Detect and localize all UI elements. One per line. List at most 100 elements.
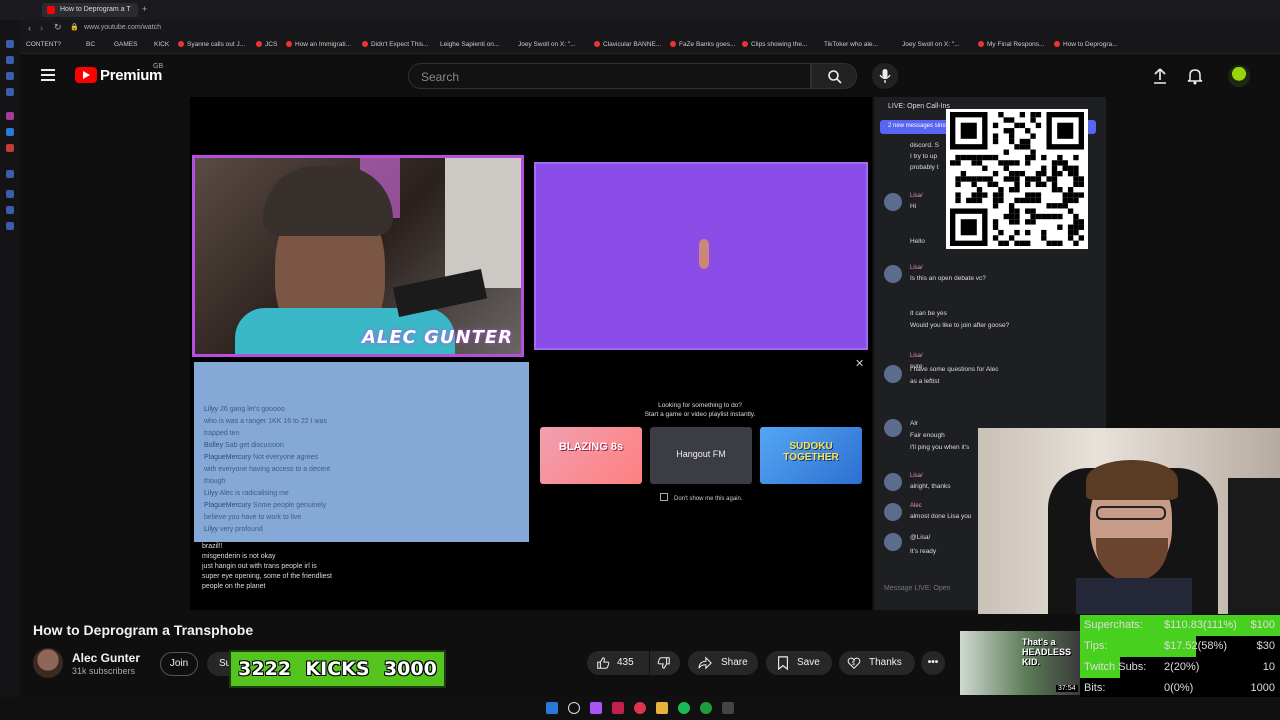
message-author[interactable]: Lisa/ (910, 265, 923, 271)
goal-row: Bits: 0(0%) 1000 (1080, 678, 1280, 699)
save-label: Save (797, 657, 820, 668)
search-button[interactable] (811, 63, 857, 89)
stream-chat-overlay: Lilyy 26 gang let's gooooo who is was a r… (194, 362, 529, 542)
user-avatar[interactable] (884, 265, 902, 283)
youtube-logo-icon[interactable] (75, 67, 97, 83)
bookmark-item[interactable]: My Final Respons... (978, 41, 1044, 48)
user-avatar[interactable] (884, 365, 902, 383)
bookmark-item[interactable]: Leighe Sapienti on... (440, 41, 499, 48)
bookmark-item[interactable]: TikToker who ale... (824, 41, 878, 48)
close-icon[interactable]: ✕ (855, 357, 864, 370)
channel-avatar[interactable] (33, 648, 63, 678)
menu-icon[interactable] (41, 69, 55, 81)
message-text: @Lisa/ (910, 534, 931, 541)
channel-name[interactable]: Alec Gunter (72, 651, 140, 665)
notifications-bell-icon[interactable] (1185, 66, 1205, 86)
like-button[interactable]: 435 (587, 651, 649, 675)
save-button[interactable]: Save (766, 651, 832, 675)
kicks-current: 3222 (238, 658, 292, 680)
bookmark-item[interactable]: Syanne calls out J... (178, 41, 245, 48)
bookmark-item[interactable]: JCS (256, 41, 277, 48)
user-avatar[interactable] (884, 503, 902, 521)
app-icon[interactable] (590, 702, 602, 714)
video-player[interactable]: ALEC GUNTER Lilyy 26 gang let's gooooo wh… (190, 97, 872, 610)
message-author[interactable]: Alec (910, 503, 922, 509)
chat-line: people on the planet (202, 583, 266, 590)
voice-search-button[interactable] (872, 63, 898, 89)
activity-card-hangout-fm[interactable]: Hangout FM (650, 427, 752, 484)
url-text[interactable]: www.youtube.com/watch (84, 24, 161, 31)
chat-overlay-line: trapped ten (204, 430, 240, 437)
address-bar[interactable]: ‹ › ↻ 🔒 www.youtube.com/watch (20, 20, 1280, 38)
sidebar-app-icon[interactable] (6, 190, 14, 198)
sidebar-app-icon[interactable] (6, 40, 14, 48)
bookmark-item[interactable]: Joey Swoll on X: "... (902, 41, 960, 48)
sidebar-app-icon[interactable] (6, 56, 14, 64)
message-text: probably t (910, 164, 939, 171)
sidebar-app-icon[interactable] (6, 88, 14, 96)
bookmark-item[interactable]: Clavicular BANNE... (594, 41, 661, 48)
upload-icon[interactable] (1150, 66, 1170, 86)
browser-tab-active[interactable]: How to Deprogram a T (42, 3, 138, 17)
bookmark-item[interactable]: KICK (154, 41, 169, 48)
lock-icon: 🔒 (70, 24, 79, 31)
activity-card-sudoku[interactable]: SUDOKU TOGETHER (760, 427, 862, 484)
activity-card-blazing8s[interactable]: BLAZING 8s (540, 427, 642, 484)
spotify-icon[interactable] (678, 702, 690, 714)
xbox-icon[interactable] (700, 702, 712, 714)
forward-icon[interactable]: › (40, 23, 43, 33)
next-video-thumbnail[interactable]: That's a HEADLESS KID. 37:54 (960, 631, 1080, 695)
thanks-button[interactable]: $ Thanks (839, 651, 915, 675)
back-icon[interactable]: ‹ (28, 23, 31, 33)
thumbs-up-icon (597, 657, 610, 669)
user-avatar[interactable] (884, 533, 902, 551)
windows-start-icon[interactable] (546, 702, 558, 714)
bookmark-item[interactable]: How to Deprogra... (1054, 41, 1118, 48)
reload-icon[interactable]: ↻ (54, 22, 62, 33)
bookmarks-bar: CONTENT? BC GAMES KICK Syanne calls out … (20, 38, 1280, 54)
account-avatar[interactable] (1228, 65, 1250, 87)
bookmark-item[interactable]: Didn't Expect This... (362, 41, 428, 48)
goal-value: 0(0%) (1164, 682, 1194, 694)
user-avatar[interactable] (884, 473, 902, 491)
message-author[interactable]: Lisa/ (910, 353, 923, 359)
dislike-button[interactable] (650, 651, 680, 675)
app-icon[interactable] (722, 702, 734, 714)
logo-region: GB (153, 63, 164, 70)
message-text: I try to up (910, 153, 938, 160)
goal-row: Superchats: $110.83(111%) $100 (1080, 615, 1280, 636)
dont-show-checkbox[interactable]: Don't show me this again. (660, 493, 743, 502)
more-actions-icon[interactable]: ••• (921, 651, 945, 675)
message-text: It's ready (910, 548, 937, 555)
bookmark-item[interactable]: FaZe Banks goes... (670, 41, 735, 48)
new-tab-icon[interactable]: + (142, 4, 147, 14)
bookmark-item[interactable]: BC (86, 41, 95, 48)
app-icon[interactable] (634, 702, 646, 714)
file-explorer-icon[interactable] (656, 702, 668, 714)
search-input[interactable]: Search (408, 63, 811, 89)
sidebar-app-icon[interactable] (6, 206, 14, 214)
sidebar-app-icon[interactable] (6, 144, 14, 152)
search-taskbar-icon[interactable] (568, 702, 580, 714)
message-author[interactable]: Lisa/ (910, 193, 923, 199)
join-button[interactable]: Join (160, 652, 198, 676)
bookmark-item[interactable]: Clips showing the... (742, 41, 807, 48)
discord-message-input[interactable]: Message LIVE: Open (884, 585, 951, 592)
bookmark-item[interactable]: Joey Swoll on X: "... (518, 41, 576, 48)
app-icon[interactable] (612, 702, 624, 714)
chat-overlay-line: PlagueMercury Not everyone agrees (204, 454, 319, 461)
message-author[interactable]: Lisa/ (910, 473, 923, 479)
sidebar-app-icon[interactable] (6, 170, 14, 178)
share-icon (698, 656, 712, 670)
user-avatar[interactable] (884, 419, 902, 437)
user-avatar[interactable] (884, 193, 902, 211)
bookmark-item[interactable]: GAMES (114, 41, 137, 48)
sidebar-app-icon[interactable] (6, 72, 14, 80)
sidebar-app-icon[interactable] (6, 128, 14, 136)
bookmark-favicon-icon (670, 41, 676, 47)
sidebar-app-icon[interactable] (6, 112, 14, 120)
bookmark-item[interactable]: CONTENT? (26, 41, 61, 48)
sidebar-app-icon[interactable] (6, 222, 14, 230)
bookmark-item[interactable]: How an Immigrati... (286, 41, 351, 48)
share-button[interactable]: Share (688, 651, 758, 675)
